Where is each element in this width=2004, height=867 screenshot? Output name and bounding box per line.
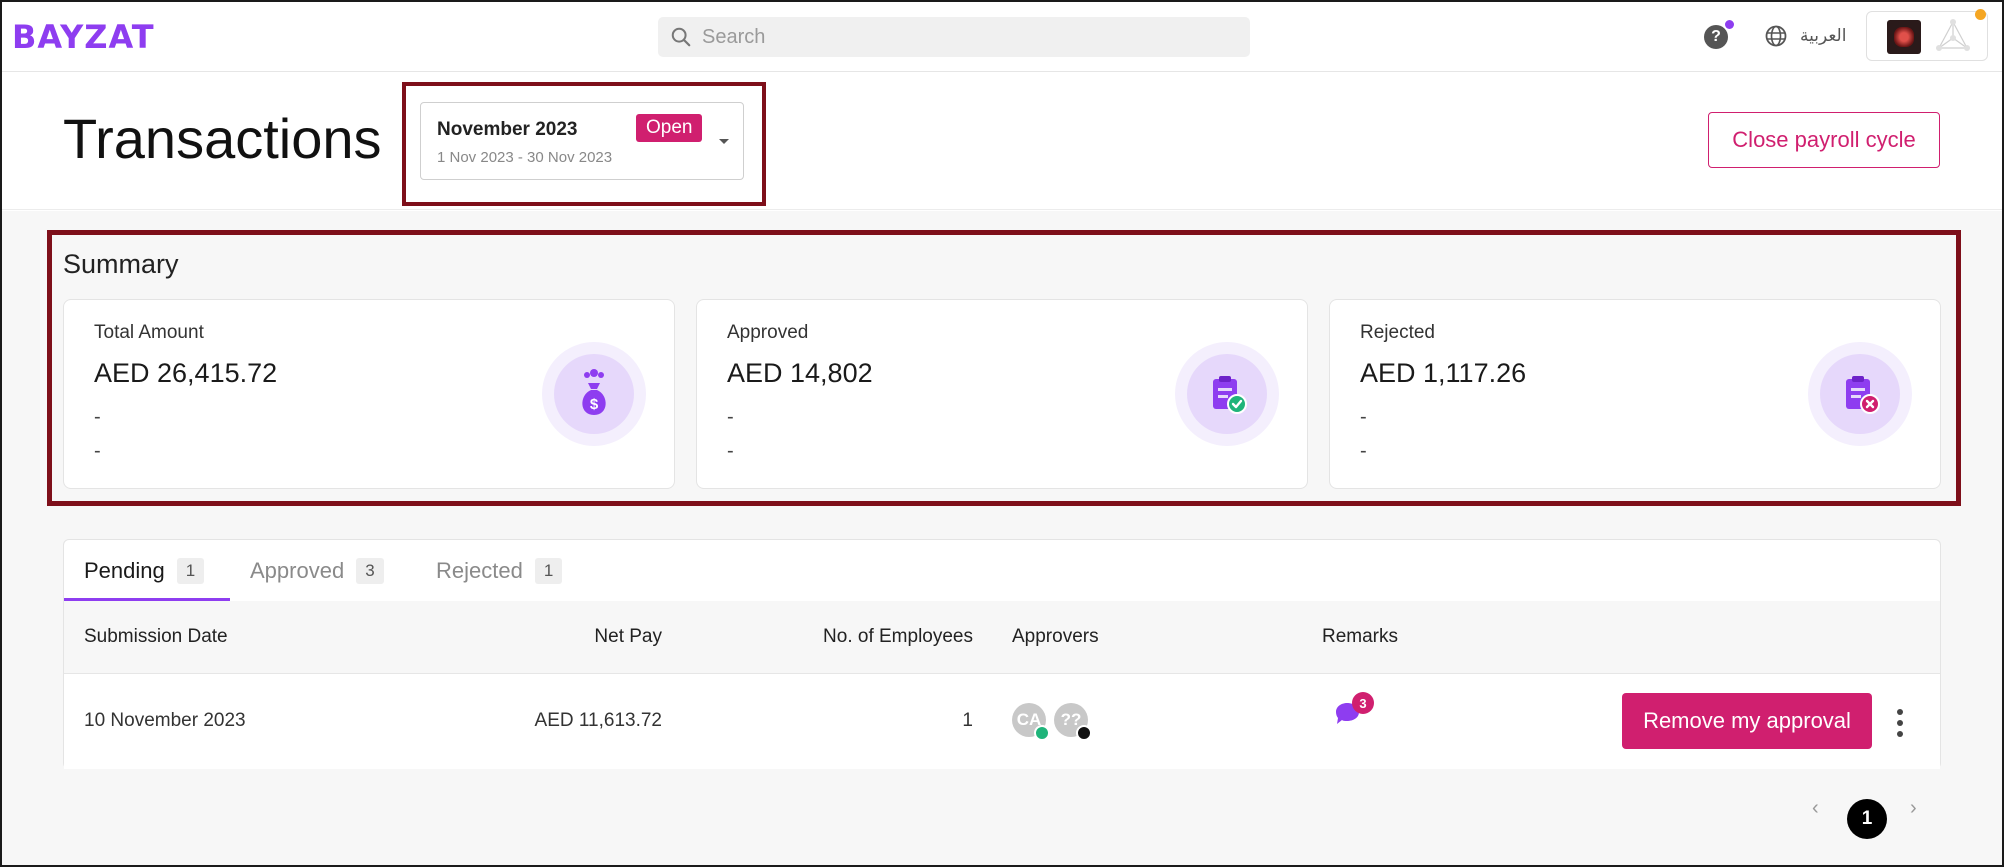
- summary-card-total: Total Amount AED 26,415.72 - - $: [63, 299, 675, 489]
- page-title: Transactions: [63, 107, 382, 170]
- card-subline: -: [727, 406, 734, 428]
- card-value: AED 14,802: [727, 358, 873, 388]
- column-header-approvers[interactable]: Approvers: [1012, 626, 1099, 648]
- tab-pending[interactable]: Pending 1: [84, 558, 205, 584]
- card-value: AED 1,117.26: [1360, 358, 1527, 388]
- transactions-panel: Pending 1 Approved 3 Rejected 1 Submissi…: [63, 539, 1941, 769]
- card-icon-container: $: [542, 342, 646, 446]
- table-row[interactable]: 10 November 2023 AED 11,613.72 1 CA ?? 3…: [64, 674, 1940, 769]
- language-label: العربية: [1800, 26, 1847, 46]
- net-pay-cell: AED 11,613.72: [534, 710, 662, 731]
- tab-rejected[interactable]: Rejected 1: [436, 558, 563, 584]
- approved-check-icon: [1034, 725, 1050, 741]
- payroll-period-dropdown[interactable]: November 2023 Open 1 Nov 2023 - 30 Nov 2…: [420, 102, 744, 180]
- approver-avatar[interactable]: CA: [1012, 703, 1050, 741]
- card-subline: -: [94, 406, 101, 428]
- previous-page-icon[interactable]: ‹: [1812, 797, 1819, 820]
- clipboard-check-icon: [1213, 376, 1247, 414]
- card-icon-circle: $: [554, 354, 634, 434]
- tab-label: Approved: [250, 558, 345, 583]
- help-icon[interactable]: ?: [1704, 25, 1728, 49]
- column-header-submission-date[interactable]: Submission Date: [84, 626, 228, 648]
- next-page-icon[interactable]: ›: [1910, 797, 1917, 820]
- language-switcher[interactable]: العربية: [1764, 24, 1846, 48]
- clipboard-x-icon: [1846, 376, 1880, 414]
- search-input[interactable]: [702, 25, 1202, 49]
- page-header: Transactions November 2023 Open 1 Nov 20…: [2, 72, 2002, 210]
- card-icon-circle: [1820, 354, 1900, 434]
- card-label: Approved: [727, 322, 809, 343]
- tab-approved[interactable]: Approved 3: [250, 558, 384, 584]
- summary-title: Summary: [63, 249, 179, 279]
- card-subline: -: [1360, 406, 1367, 428]
- search-icon: [671, 27, 691, 47]
- summary-card-rejected: Rejected AED 1,117.26 - -: [1329, 299, 1941, 489]
- app-window: BAYZAT ? العربية: [0, 0, 2004, 867]
- card-icon-container: [1175, 342, 1279, 446]
- period-range: 1 Nov 2023 - 30 Nov 2023: [437, 149, 613, 166]
- card-icon-container: [1808, 342, 1912, 446]
- column-header-remarks[interactable]: Remarks: [1322, 626, 1398, 648]
- column-header-net-pay[interactable]: Net Pay: [594, 626, 662, 648]
- globe-icon: [1765, 25, 1787, 47]
- pending-clock-icon: [1076, 725, 1092, 741]
- card-label: Total Amount: [94, 322, 204, 343]
- table-header: Submission Date Net Pay No. of Employees…: [64, 601, 1940, 674]
- tab-count: 1: [176, 558, 205, 584]
- approver-avatar[interactable]: ??: [1054, 703, 1092, 741]
- top-bar: BAYZAT ? العربية: [2, 2, 2002, 72]
- submission-date-cell: 10 November 2023: [84, 710, 246, 731]
- remarks-button[interactable]: 3: [1332, 692, 1374, 737]
- chevron-down-icon: [719, 139, 729, 144]
- card-subline: -: [727, 440, 734, 462]
- card-label: Rejected: [1360, 322, 1435, 343]
- close-payroll-cycle-button[interactable]: Close payroll cycle: [1708, 112, 1940, 168]
- help-notification-dot: [1725, 20, 1734, 29]
- bayzat-logo[interactable]: BAYZAT: [12, 18, 155, 56]
- card-subline: -: [1360, 440, 1367, 462]
- tab-count: 1: [534, 558, 563, 584]
- tab-label: Rejected: [436, 558, 523, 583]
- more-options-icon[interactable]: [1895, 709, 1905, 737]
- company-logo: [1887, 20, 1921, 54]
- tab-count: 3: [356, 558, 384, 584]
- money-bag-icon: $: [582, 369, 606, 415]
- status-badge: Open: [636, 114, 703, 142]
- network-icon: [1936, 19, 1970, 51]
- search-bar[interactable]: [658, 17, 1250, 57]
- card-icon-circle: [1187, 354, 1267, 434]
- tab-label: Pending: [84, 558, 165, 583]
- svg-text:$: $: [590, 396, 599, 413]
- status-tabs: Pending 1 Approved 3 Rejected 1: [64, 540, 1940, 601]
- column-header-employees[interactable]: No. of Employees: [823, 626, 973, 648]
- card-value: AED 26,415.72: [94, 358, 278, 388]
- card-subline: -: [94, 440, 101, 462]
- account-notification-dot: [1975, 9, 1986, 20]
- remarks-count-badge: 3: [1352, 692, 1374, 714]
- remove-my-approval-button[interactable]: Remove my approval: [1622, 693, 1872, 749]
- summary-card-approved: Approved AED 14,802 - -: [696, 299, 1308, 489]
- employees-cell: 1: [962, 710, 973, 731]
- page-number-current[interactable]: 1: [1847, 799, 1887, 839]
- account-switcher[interactable]: [1866, 9, 1988, 61]
- period-name: November 2023: [437, 119, 578, 140]
